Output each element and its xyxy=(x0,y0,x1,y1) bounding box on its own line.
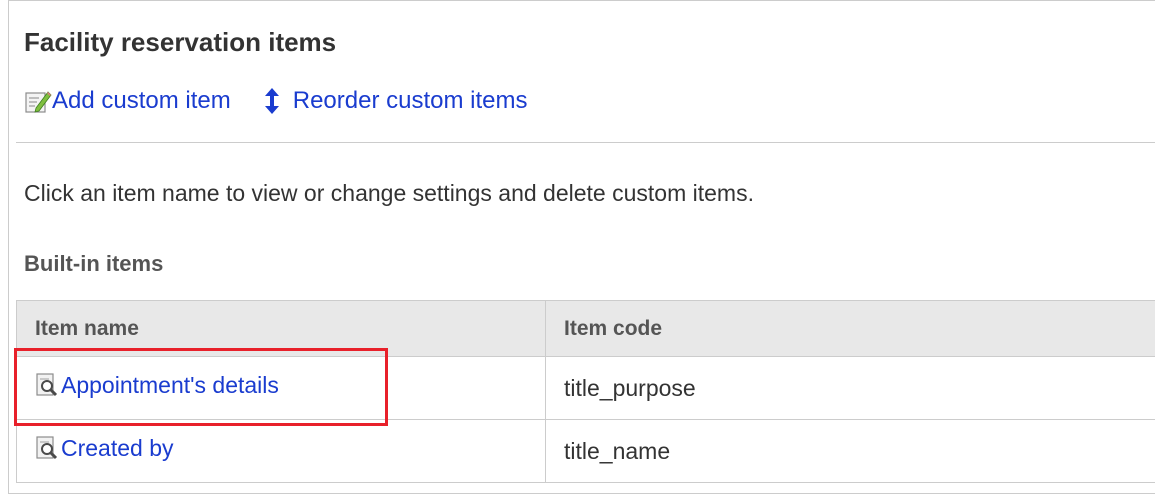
add-custom-item-link[interactable]: Add custom item xyxy=(24,84,231,118)
item-code-cell: title_name xyxy=(545,419,1155,483)
divider xyxy=(16,142,1155,143)
instruction-text: Click an item name to view or change set… xyxy=(24,180,754,206)
item-detail-icon xyxy=(35,372,59,398)
toolbar: Add custom item Reorder custom items xyxy=(24,84,527,118)
page-title: Facility reservation items xyxy=(24,27,337,57)
item-code-cell: title_purpose xyxy=(545,356,1155,420)
reorder-custom-items-label: Reorder custom items xyxy=(292,87,528,114)
up-down-arrow-icon xyxy=(261,87,283,115)
table-row: Appointment's details title_purpose xyxy=(16,356,1155,420)
column-header-item-name: Item name xyxy=(16,300,546,357)
table-header-row: Item name Item code xyxy=(16,300,1155,357)
item-name-label: Created by xyxy=(61,434,174,461)
add-custom-item-label: Add custom item xyxy=(52,87,231,114)
reorder-custom-items-link[interactable]: Reorder custom items xyxy=(261,84,528,118)
item-detail-icon xyxy=(35,435,59,461)
table-row: Created by title_name xyxy=(16,419,1155,483)
built-in-items-table: Item name Item code Appointment's detail… xyxy=(16,300,1155,483)
column-header-item-code: Item code xyxy=(545,300,1155,357)
item-name-cell: Appointment's details xyxy=(16,356,546,420)
item-link-created-by[interactable]: Created by xyxy=(35,435,174,462)
edit-pencil-icon xyxy=(24,88,52,114)
item-name-label: Appointment's details xyxy=(61,371,279,398)
item-name-cell: Created by xyxy=(16,419,546,483)
item-link-appointments-details[interactable]: Appointment's details xyxy=(35,372,279,399)
section-title-built-in-items: Built-in items xyxy=(24,251,164,276)
